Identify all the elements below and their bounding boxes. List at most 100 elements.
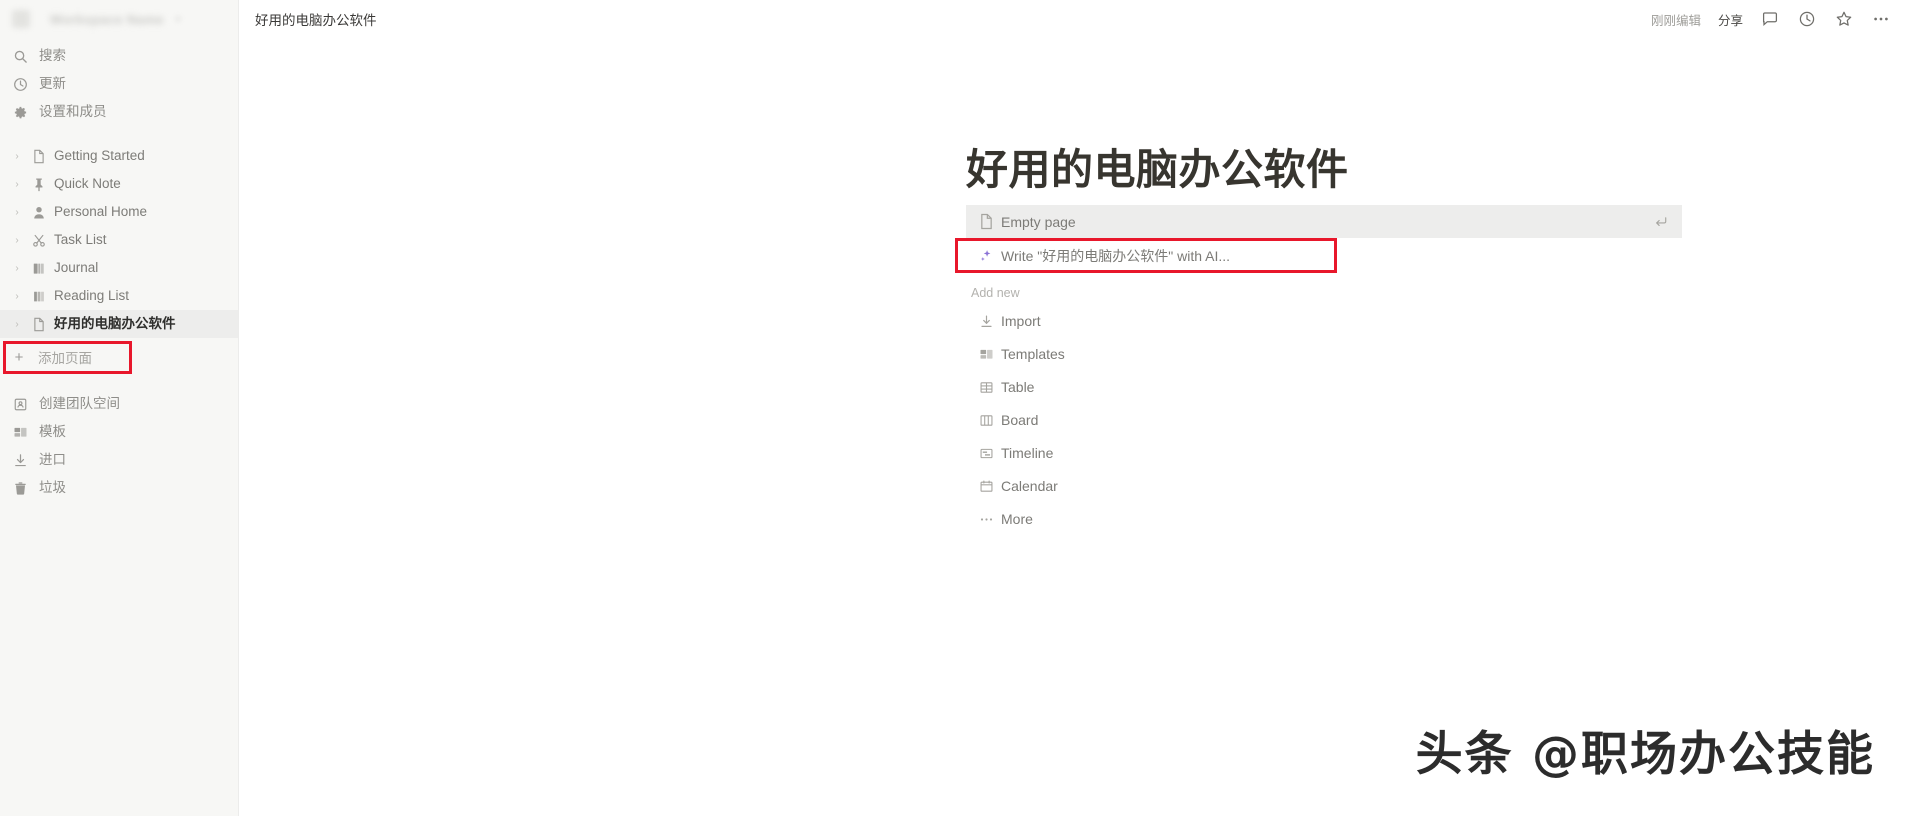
option-label: Empty page xyxy=(1001,213,1076,230)
chevron-down-icon: ▾ xyxy=(175,13,181,24)
sidebar-primary-nav: 搜索 更新 设置和成员 › Getting Started › Quick No… xyxy=(0,38,238,502)
more-options-icon[interactable] xyxy=(1871,9,1891,29)
add-page-button[interactable]: + 添加页面 xyxy=(0,340,238,374)
document-body: 好用的电脑办公软件 Empty page Write "好用的电脑办公软件" w… xyxy=(955,146,1682,536)
books-icon xyxy=(30,289,48,304)
import-icon xyxy=(12,452,29,469)
trash-icon xyxy=(12,480,29,497)
add-new-timeline[interactable]: Timeline xyxy=(966,437,1682,470)
person-icon xyxy=(30,205,48,220)
scissors-icon xyxy=(30,233,48,248)
chevron-right-icon[interactable]: › xyxy=(10,291,24,302)
workspace-switcher[interactable]: Workspace Name ▾ xyxy=(0,0,238,38)
sidebar-item-label: 进口 xyxy=(39,452,66,468)
board-icon xyxy=(971,413,1001,428)
add-new-board[interactable]: Board xyxy=(966,404,1682,437)
sidebar-item-templates[interactable]: 模板 xyxy=(0,418,238,446)
chevron-right-icon[interactable]: › xyxy=(10,207,24,218)
main-content-area: 好用的电脑办公软件 刚刚编辑 分享 好用的电脑办公软件 Empty page W… xyxy=(239,0,1911,816)
document-icon xyxy=(30,317,48,332)
sidebar-page-journal[interactable]: › Journal xyxy=(0,254,238,282)
sidebar-page-label: Task List xyxy=(54,232,107,248)
gear-icon xyxy=(12,104,29,121)
chevron-right-icon[interactable]: › xyxy=(10,179,24,190)
templates-icon xyxy=(12,424,29,441)
add-new-table[interactable]: Table xyxy=(966,371,1682,404)
teamspace-icon xyxy=(12,396,29,413)
sidebar-page-label: Journal xyxy=(54,260,99,276)
history-clock-icon[interactable] xyxy=(1797,9,1817,29)
chevron-right-icon[interactable]: › xyxy=(10,319,24,330)
document-icon xyxy=(971,213,1001,230)
ellipsis-icon xyxy=(971,512,1001,527)
add-new-import[interactable]: Import xyxy=(966,305,1682,338)
sidebar-item-label: 创建团队空间 xyxy=(39,396,120,412)
templates-icon xyxy=(971,347,1001,362)
book-icon xyxy=(30,261,48,276)
document-icon xyxy=(30,149,48,164)
sidebar-item-label: 模板 xyxy=(39,424,66,440)
add-page-container: + 添加页面 xyxy=(0,340,238,374)
sidebar-item-label: 搜索 xyxy=(39,48,66,64)
sidebar-item-import[interactable]: 进口 xyxy=(0,446,238,474)
option-label: Templates xyxy=(1001,346,1065,363)
last-edited-status: 刚刚编辑 xyxy=(1650,13,1701,28)
sidebar-item-settings-members[interactable]: 设置和成员 xyxy=(0,98,238,126)
chevron-right-icon[interactable]: › xyxy=(10,151,24,162)
option-label: Write "好用的电脑办公软件" with AI... xyxy=(1001,247,1231,264)
option-label: More xyxy=(1001,511,1033,528)
share-button[interactable]: 分享 xyxy=(1718,10,1743,29)
option-label: Table xyxy=(1001,379,1035,396)
option-ai-write-container: Write "好用的电脑办公软件" with AI... xyxy=(955,238,1682,274)
option-label: Timeline xyxy=(1001,445,1054,462)
sidebar-item-updates[interactable]: 更新 xyxy=(0,70,238,98)
calendar-icon xyxy=(971,479,1001,494)
plus-icon: + xyxy=(14,348,24,366)
sidebar-bottom-nav: 创建团队空间 模板 进口 垃圾 xyxy=(0,390,238,502)
add-new-more[interactable]: More xyxy=(966,503,1682,536)
sidebar-item-label: 设置和成员 xyxy=(39,104,107,120)
page-title[interactable]: 好用的电脑办公软件 xyxy=(966,146,1682,193)
sidebar-divider-gap xyxy=(0,126,238,142)
chevron-right-icon[interactable]: › xyxy=(10,263,24,274)
option-label: Calendar xyxy=(1001,478,1058,495)
watermark: 头条 @职场办公技能 xyxy=(1415,727,1875,782)
sidebar-page-label: Personal Home xyxy=(54,204,148,220)
sidebar-page-getting-started[interactable]: › Getting Started xyxy=(0,142,238,170)
comment-icon[interactable] xyxy=(1760,9,1780,29)
sidebar-item-trash[interactable]: 垃圾 xyxy=(0,474,238,502)
option-ai-write[interactable]: Write "好用的电脑办公软件" with AI... xyxy=(966,238,1682,273)
search-icon xyxy=(12,48,29,65)
chevron-right-icon[interactable]: › xyxy=(10,235,24,246)
breadcrumb[interactable]: 好用的电脑办公软件 xyxy=(255,9,377,29)
sidebar-page-reading-list[interactable]: › Reading List xyxy=(0,282,238,310)
option-empty-page[interactable]: Empty page xyxy=(966,205,1682,239)
workspace-name: Workspace Name xyxy=(38,11,168,27)
workspace-avatar xyxy=(12,10,30,28)
clock-icon xyxy=(12,76,29,93)
sidebar-page-label: 好用的电脑办公软件 xyxy=(54,316,176,332)
add-new-calendar[interactable]: Calendar xyxy=(966,470,1682,503)
sidebar-item-label: 更新 xyxy=(39,76,66,92)
sidebar-page-label: Reading List xyxy=(54,288,130,304)
table-icon xyxy=(971,380,1001,395)
add-new-templates[interactable]: Templates xyxy=(966,338,1682,371)
option-label: Import xyxy=(1001,313,1041,330)
sidebar-page-task-list[interactable]: › Task List xyxy=(0,226,238,254)
import-icon xyxy=(971,314,1001,329)
sidebar-item-search[interactable]: 搜索 xyxy=(0,42,238,70)
sidebar-page-personal-home[interactable]: › Personal Home xyxy=(0,198,238,226)
sidebar-page-quick-note[interactable]: › Quick Note xyxy=(0,170,238,198)
sidebar: Workspace Name ▾ 搜索 更新 设置和成员 › Getting S… xyxy=(0,0,239,816)
ai-sparkle-icon xyxy=(971,248,1001,264)
sidebar-page-current[interactable]: › 好用的电脑办公软件 xyxy=(0,310,238,338)
top-bar-actions: 刚刚编辑 分享 xyxy=(1651,9,1891,29)
notion-app-window: Workspace Name ▾ 搜索 更新 设置和成员 › Getting S… xyxy=(0,0,1911,816)
add-new-section-header: Add new xyxy=(971,286,1020,301)
pin-icon xyxy=(30,177,48,192)
sidebar-item-create-teamspace[interactable]: 创建团队空间 xyxy=(0,390,238,418)
timeline-icon xyxy=(971,446,1001,461)
top-bar: 好用的电脑办公软件 刚刚编辑 分享 xyxy=(239,0,1911,38)
sidebar-page-label: Getting Started xyxy=(54,148,145,164)
star-icon[interactable] xyxy=(1834,9,1854,29)
